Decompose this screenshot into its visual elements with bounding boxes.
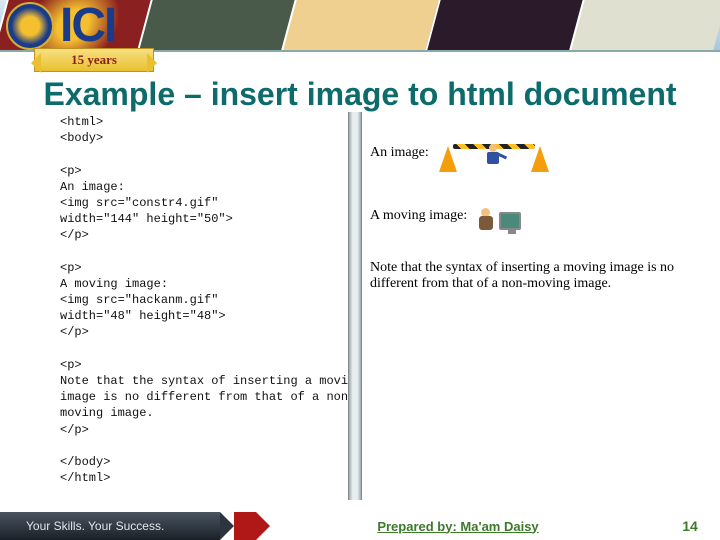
code-panel: <html> <body> <p> An image: <img src="co… xyxy=(60,112,340,500)
rendered-moving-row: A moving image: xyxy=(370,196,680,236)
construction-image-icon xyxy=(439,134,549,172)
anniversary-ribbon: 15 years xyxy=(34,48,154,72)
hacker-image-icon xyxy=(477,196,521,236)
footer: Your Skills. Your Success. Prepared by: … xyxy=(0,512,720,540)
content-area: <html> <body> <p> An image: <img src="co… xyxy=(60,112,680,500)
an-image-label: An image: xyxy=(370,145,429,161)
school-seal-icon xyxy=(6,2,54,50)
moving-image-label: A moving image: xyxy=(370,208,467,224)
rendered-note: Note that the syntax of inserting a movi… xyxy=(370,260,680,292)
footer-accent xyxy=(234,512,256,540)
slide-title: Example – insert image to html document xyxy=(0,76,720,113)
footer-tagline: Your Skills. Your Success. xyxy=(0,512,220,540)
header-banner: ICI xyxy=(0,0,720,52)
ici-logo: ICI xyxy=(60,0,115,52)
render-panel: An image: A moving image: Note that the … xyxy=(370,112,680,500)
rendered-image-row: An image: xyxy=(370,134,680,172)
vertical-divider xyxy=(348,112,362,500)
footer-prepared-by: Prepared by: Ma'am Daisy xyxy=(256,512,660,540)
footer-page-number: 14 xyxy=(660,512,720,540)
